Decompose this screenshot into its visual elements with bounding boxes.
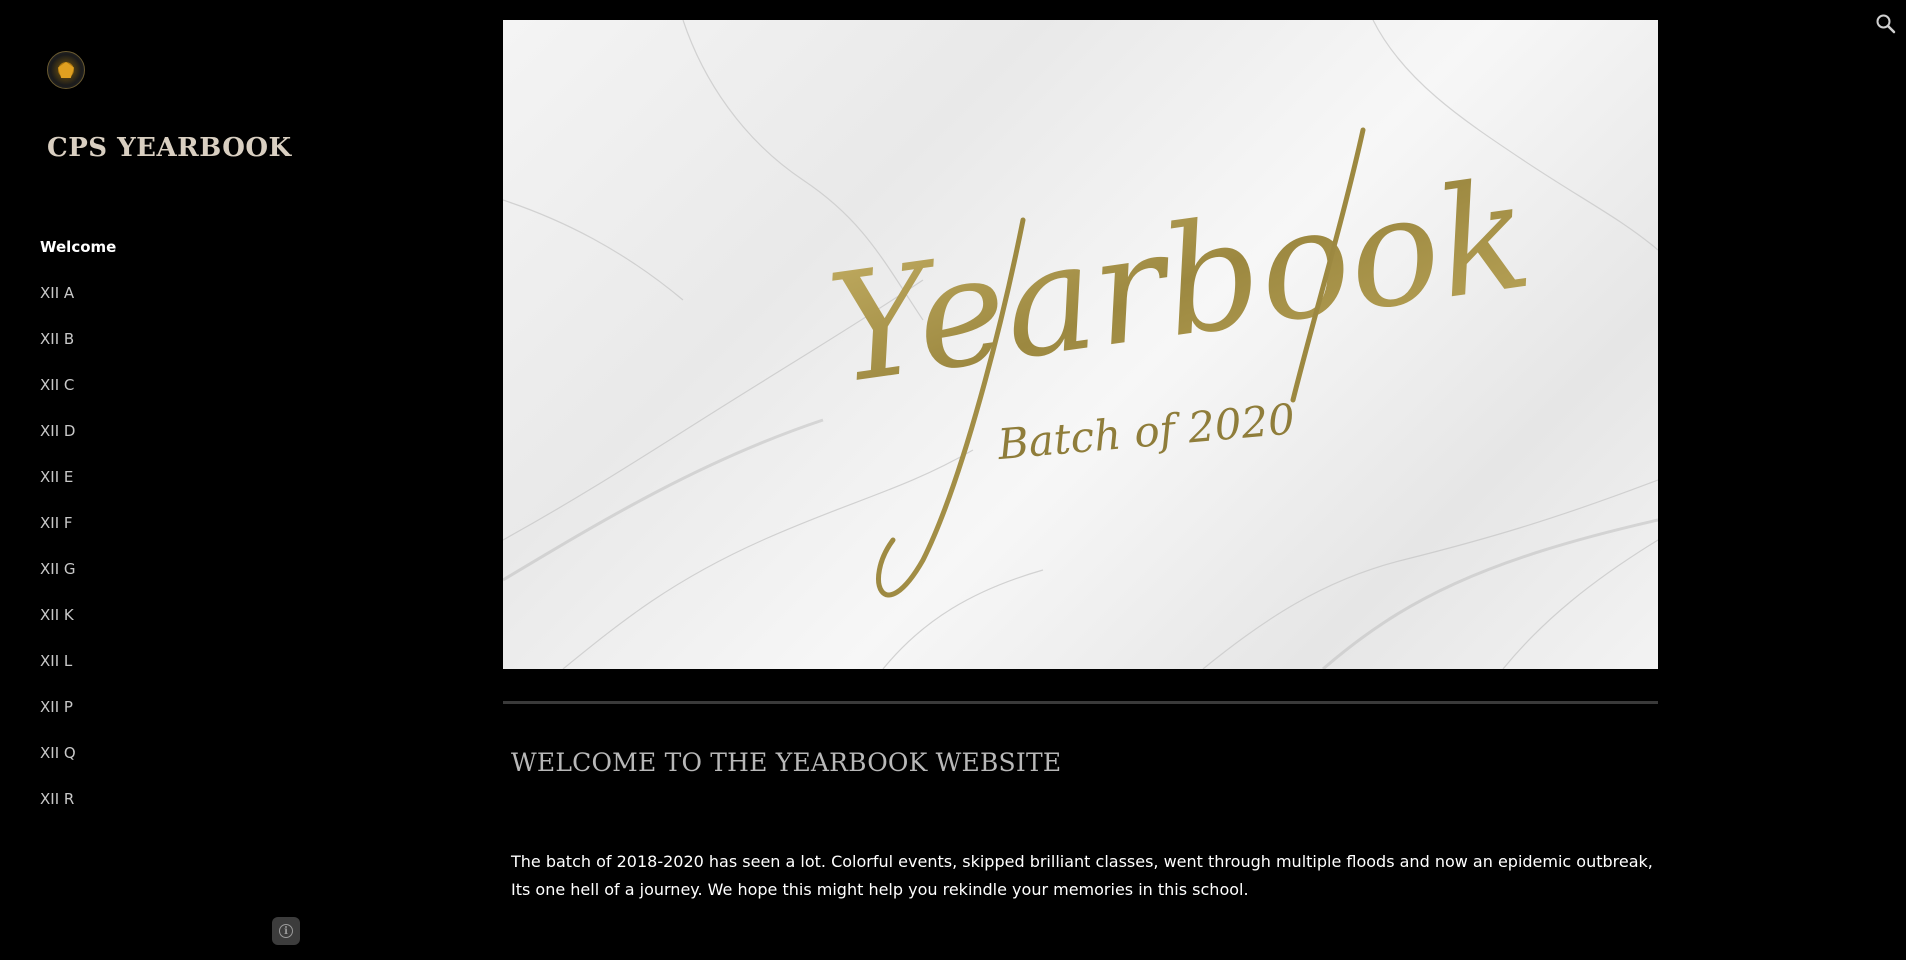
sidebar-item-xii-a[interactable]: XII A [40,278,116,324]
info-button[interactable]: i [272,917,300,945]
sidebar-item-xii-r[interactable]: XII R [40,784,116,830]
crest-shield-icon [58,62,74,78]
sidebar-item-xii-e[interactable]: XII E [40,462,116,508]
sidebar-item-xii-c[interactable]: XII C [40,370,116,416]
sidebar-item-xii-p[interactable]: XII P [40,692,116,738]
welcome-paragraph: The batch of 2018-2020 has seen a lot. C… [511,852,1653,899]
sidebar: CPS YEARBOOK Welcome XII A XII B XII C XII D… [0,0,340,960]
sidebar-item-welcome[interactable]: Welcome [40,232,116,278]
sidebar-item-xii-g[interactable]: XII G [40,554,116,600]
sidebar-item-xii-l[interactable]: XII L [40,646,116,692]
site-title[interactable]: CPS YEARBOOK [47,130,307,166]
sidebar-nav: Welcome XII A XII B XII C XII D XII E XII F XII… [40,232,116,830]
sidebar-item-xii-f[interactable]: XII F [40,508,116,554]
page-heading: WELCOME TO THE YEARBOOK WEBSITE [511,748,1062,777]
sidebar-item-xii-d[interactable]: XII D [40,416,116,462]
sidebar-item-xii-k[interactable]: XII K [40,600,116,646]
hero-banner-image: Yearbook Batch of 2020 [503,20,1658,669]
search-icon[interactable] [1874,12,1898,36]
sidebar-item-xii-b[interactable]: XII B [40,324,116,370]
section-divider [503,701,1658,704]
hero-script-title: Yearbook [820,148,1541,418]
info-icon: i [279,924,293,938]
sidebar-item-xii-q[interactable]: XII Q [40,738,116,784]
hero-subtitle: Batch of 2020 [995,394,1297,469]
school-crest-logo[interactable] [47,51,85,89]
